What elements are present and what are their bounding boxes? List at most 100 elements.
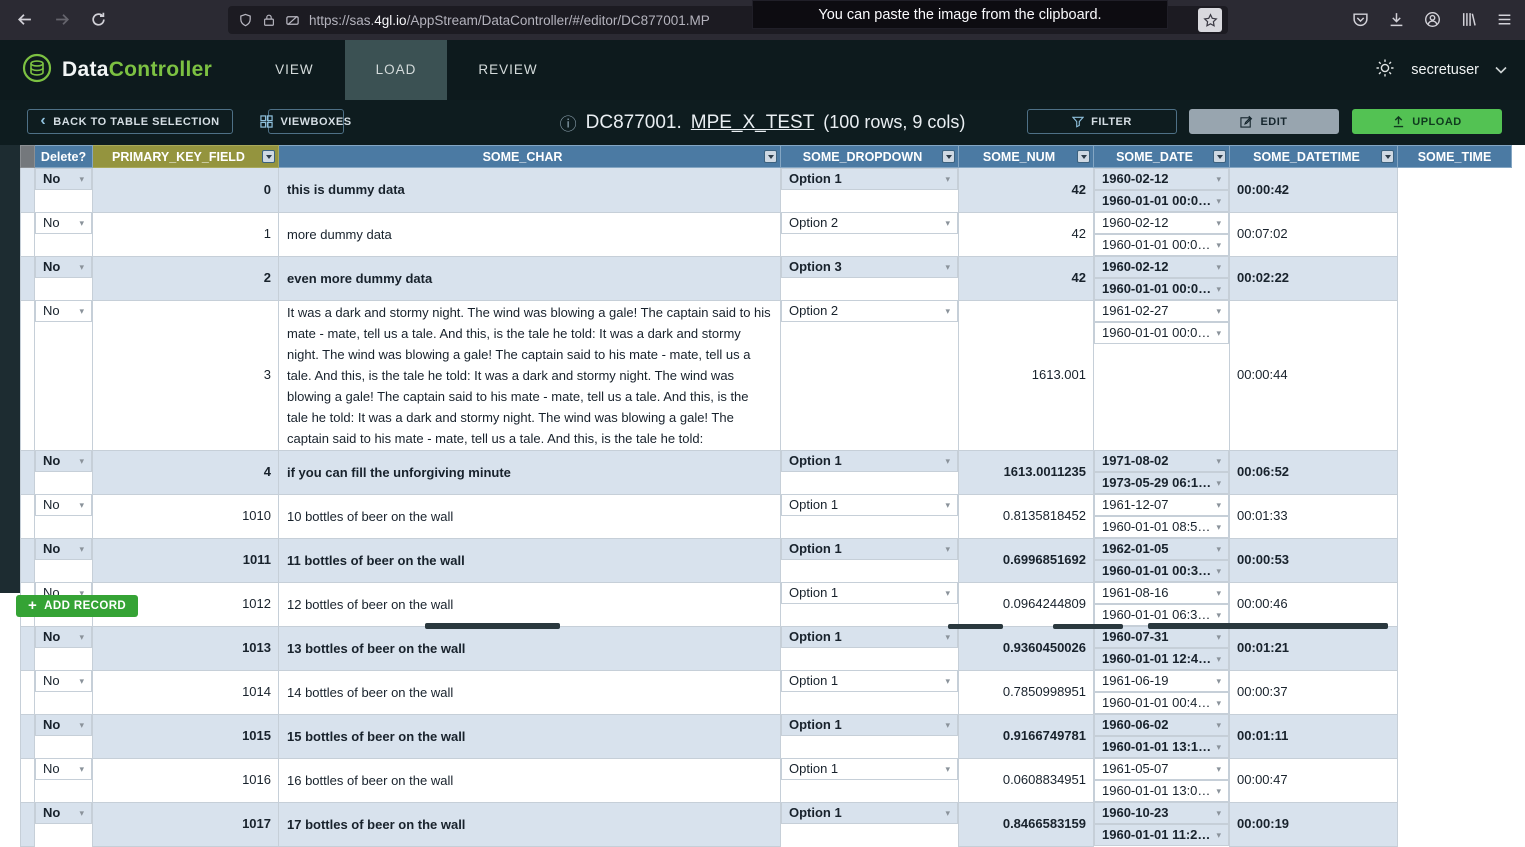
cell-dropdown[interactable]: Option 1▾ bbox=[781, 714, 958, 736]
cell-dropdown-caret-icon[interactable]: ▾ bbox=[1212, 501, 1221, 510]
cell-char[interactable]: more dummy data bbox=[279, 212, 781, 256]
cell-char[interactable]: 16 bottles of beer on the wall bbox=[279, 758, 781, 802]
chevron-down-icon[interactable] bbox=[1495, 61, 1507, 79]
cell-date[interactable]: 1962-01-05▾ bbox=[1094, 538, 1229, 560]
row-handle[interactable] bbox=[21, 300, 35, 450]
cell-time[interactable]: 00:00:42 bbox=[1230, 168, 1398, 213]
cell-delete[interactable]: No▾ bbox=[35, 626, 92, 648]
cell-char[interactable]: if you can fill the unforgiving minute bbox=[279, 450, 781, 494]
cell-dropdown-caret-icon[interactable]: ▾ bbox=[941, 457, 950, 466]
cell-date[interactable]: 1960-02-12▾ bbox=[1094, 256, 1229, 278]
theme-toggle-sun-icon[interactable] bbox=[1375, 58, 1395, 83]
cell-datetime[interactable]: 1960-01-01 00:40:20▾ bbox=[1094, 692, 1229, 714]
row-handle[interactable] bbox=[21, 670, 35, 714]
row-handle[interactable] bbox=[21, 494, 35, 538]
cell-dropdown-caret-icon[interactable]: ▾ bbox=[75, 677, 84, 686]
cell-dropdown-caret-icon[interactable]: ▾ bbox=[75, 721, 84, 730]
column-filter-dropdown-icon[interactable] bbox=[1077, 150, 1090, 163]
filter-button[interactable]: FILTER bbox=[1027, 109, 1177, 134]
row-handle[interactable] bbox=[21, 714, 35, 758]
cell-datetime[interactable]: 1960-01-01 00:07:03▾ bbox=[1094, 322, 1229, 344]
cell-num[interactable]: 1613.0011235 bbox=[959, 450, 1094, 494]
cell-date[interactable]: 1961-05-07▾ bbox=[1094, 758, 1229, 780]
cell-time[interactable]: 00:00:46 bbox=[1230, 582, 1398, 626]
cell-time[interactable]: 00:00:53 bbox=[1230, 538, 1398, 582]
cell-char[interactable]: 15 bottles of beer on the wall bbox=[279, 714, 781, 758]
cell-delete[interactable]: No▾ bbox=[35, 212, 92, 234]
cell-datetime[interactable]: 1960-01-01 00:00:42▾ bbox=[1094, 278, 1229, 300]
column-filter-dropdown-icon[interactable] bbox=[1381, 150, 1394, 163]
cell-dropdown-caret-icon[interactable]: ▾ bbox=[941, 263, 950, 272]
cell-num[interactable]: 0.6996851692 bbox=[959, 538, 1094, 582]
downloads-icon[interactable] bbox=[1388, 11, 1405, 28]
cell-pk[interactable]: 0 bbox=[93, 168, 279, 213]
cell-dropdown-caret-icon[interactable]: ▾ bbox=[941, 545, 950, 554]
cell-date[interactable]: 1961-02-27▾ bbox=[1094, 300, 1229, 322]
cell-date[interactable]: 1961-12-07▾ bbox=[1094, 494, 1229, 516]
cell-dropdown-caret-icon[interactable]: ▾ bbox=[1212, 545, 1221, 554]
cell-pk[interactable]: 1017 bbox=[93, 802, 279, 846]
edit-button[interactable]: EDIT bbox=[1189, 109, 1339, 134]
bookmark-star-button[interactable] bbox=[1198, 8, 1222, 32]
back-icon[interactable] bbox=[16, 11, 33, 28]
cell-datetime[interactable]: 1973-05-29 06:12:03▾ bbox=[1094, 472, 1229, 494]
cell-dropdown-caret-icon[interactable]: ▾ bbox=[941, 809, 950, 818]
cell-time[interactable]: 00:07:02 bbox=[1230, 212, 1398, 256]
cell-dropdown[interactable]: Option 1▾ bbox=[781, 626, 958, 648]
cell-dropdown-caret-icon[interactable]: ▾ bbox=[1212, 219, 1221, 228]
cell-delete[interactable]: No▾ bbox=[35, 300, 92, 322]
cell-pk[interactable]: 1016 bbox=[93, 758, 279, 802]
row-handle[interactable] bbox=[21, 168, 35, 213]
cell-pk[interactable]: 3 bbox=[93, 300, 279, 450]
datacontroller-logo[interactable]: DataController bbox=[22, 53, 212, 88]
cell-dropdown-caret-icon[interactable]: ▾ bbox=[1212, 677, 1221, 686]
cell-dropdown[interactable]: Option 1▾ bbox=[781, 494, 958, 516]
col-header-char[interactable]: SOME_CHAR bbox=[279, 146, 781, 168]
cell-dropdown-caret-icon[interactable]: ▾ bbox=[1212, 765, 1221, 774]
cell-dropdown-caret-icon[interactable]: ▾ bbox=[1212, 787, 1221, 796]
cell-delete[interactable]: No▾ bbox=[35, 538, 92, 560]
row-handle[interactable] bbox=[21, 538, 35, 582]
user-menu[interactable]: secretuser bbox=[1411, 62, 1479, 78]
cell-delete[interactable]: No▾ bbox=[35, 670, 92, 692]
cell-time[interactable]: 00:01:21 bbox=[1230, 626, 1398, 670]
library-icon[interactable] bbox=[1460, 11, 1477, 28]
cell-num[interactable]: 0.9166749781 bbox=[959, 714, 1094, 758]
cell-dropdown-caret-icon[interactable]: ▾ bbox=[75, 307, 84, 316]
cell-dropdown-caret-icon[interactable]: ▾ bbox=[1212, 589, 1221, 598]
cell-dropdown-caret-icon[interactable]: ▾ bbox=[1212, 611, 1221, 620]
cell-pk[interactable]: 1011 bbox=[93, 538, 279, 582]
cell-char[interactable]: It was a dark and stormy night. The wind… bbox=[279, 300, 781, 450]
cell-char[interactable]: 10 bottles of beer on the wall bbox=[279, 494, 781, 538]
cell-dropdown-caret-icon[interactable]: ▾ bbox=[75, 809, 84, 818]
cell-pk[interactable]: 1010 bbox=[93, 494, 279, 538]
cell-delete[interactable]: No▾ bbox=[35, 802, 92, 824]
cell-dropdown-caret-icon[interactable]: ▾ bbox=[1212, 263, 1221, 272]
cell-char[interactable]: even more dummy data bbox=[279, 256, 781, 300]
cell-time[interactable]: 00:01:33 bbox=[1230, 494, 1398, 538]
table-name-link[interactable]: MPE_X_TEST bbox=[691, 112, 815, 134]
col-header-num[interactable]: SOME_NUM bbox=[959, 146, 1094, 168]
column-filter-dropdown-icon[interactable] bbox=[942, 150, 955, 163]
upload-button[interactable]: UPLOAD bbox=[1352, 109, 1502, 134]
cell-char[interactable]: 14 bottles of beer on the wall bbox=[279, 670, 781, 714]
cell-pk[interactable]: 1015 bbox=[93, 714, 279, 758]
info-icon[interactable]: ⓘ bbox=[560, 110, 577, 135]
cell-dropdown-caret-icon[interactable]: ▾ bbox=[1212, 567, 1221, 576]
column-filter-dropdown-icon[interactable] bbox=[1213, 150, 1226, 163]
cell-num[interactable]: 1613.001 bbox=[959, 300, 1094, 450]
permissions-icon[interactable] bbox=[285, 13, 300, 28]
cell-dropdown-caret-icon[interactable]: ▾ bbox=[75, 501, 84, 510]
col-header-delete[interactable]: Delete? bbox=[35, 146, 93, 168]
cell-delete[interactable]: No▾ bbox=[35, 256, 92, 278]
cell-num[interactable]: 0.9360450026 bbox=[959, 626, 1094, 670]
cell-delete[interactable]: No▾ bbox=[35, 168, 92, 190]
cell-datetime[interactable]: 1960-01-01 08:52:20▾ bbox=[1094, 516, 1229, 538]
cell-dropdown-caret-icon[interactable]: ▾ bbox=[1212, 285, 1221, 294]
cell-dropdown-caret-icon[interactable]: ▾ bbox=[941, 633, 950, 642]
cell-dropdown-caret-icon[interactable]: ▾ bbox=[1212, 457, 1221, 466]
pocket-icon[interactable] bbox=[1352, 11, 1369, 28]
cell-char[interactable]: 17 bottles of beer on the wall bbox=[279, 802, 781, 846]
cell-delete[interactable]: No▾ bbox=[35, 450, 92, 472]
cell-dropdown-caret-icon[interactable]: ▾ bbox=[941, 589, 950, 598]
